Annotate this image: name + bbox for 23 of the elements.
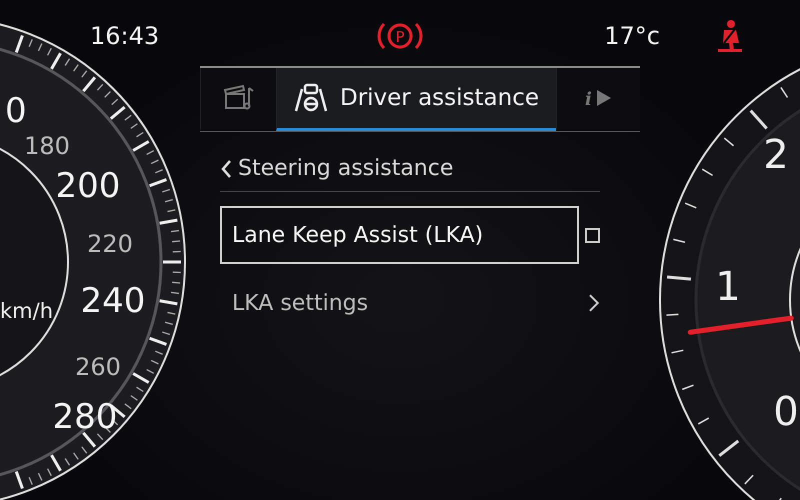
speed-unit: km/h — [0, 299, 54, 323]
speed-label: 0 — [5, 91, 27, 131]
rpm-label: 2 — [763, 132, 789, 178]
lane-assist-icon — [294, 83, 328, 113]
outside-temperature: 17°c — [604, 22, 660, 50]
chevron-left-icon — [220, 158, 232, 178]
checkbox[interactable] — [585, 228, 600, 242]
rpm-label: 0 — [773, 389, 799, 435]
speed-label: 200 — [56, 166, 120, 206]
rpm-label: 1 — [715, 264, 741, 310]
speed-label: 220 — [87, 230, 133, 258]
speed-label: 180 — [24, 132, 70, 160]
menu-tab[interactable]: i — [556, 68, 640, 131]
menu-item[interactable]: LKA settings — [220, 274, 582, 332]
clock-time: 16:43 — [90, 22, 160, 50]
chevron-right-icon — [588, 293, 600, 313]
menu-item[interactable]: Lane Keep Assist (LKA) — [220, 206, 580, 264]
menu-tab[interactable]: Driver assistance — [276, 68, 556, 131]
speed-label: 280 — [52, 397, 118, 437]
back-button[interactable]: Steering assistance — [220, 156, 600, 192]
speed-label: 240 — [80, 281, 146, 321]
clapperboard-music-icon — [222, 84, 254, 112]
speed-label: 260 — [75, 353, 121, 381]
